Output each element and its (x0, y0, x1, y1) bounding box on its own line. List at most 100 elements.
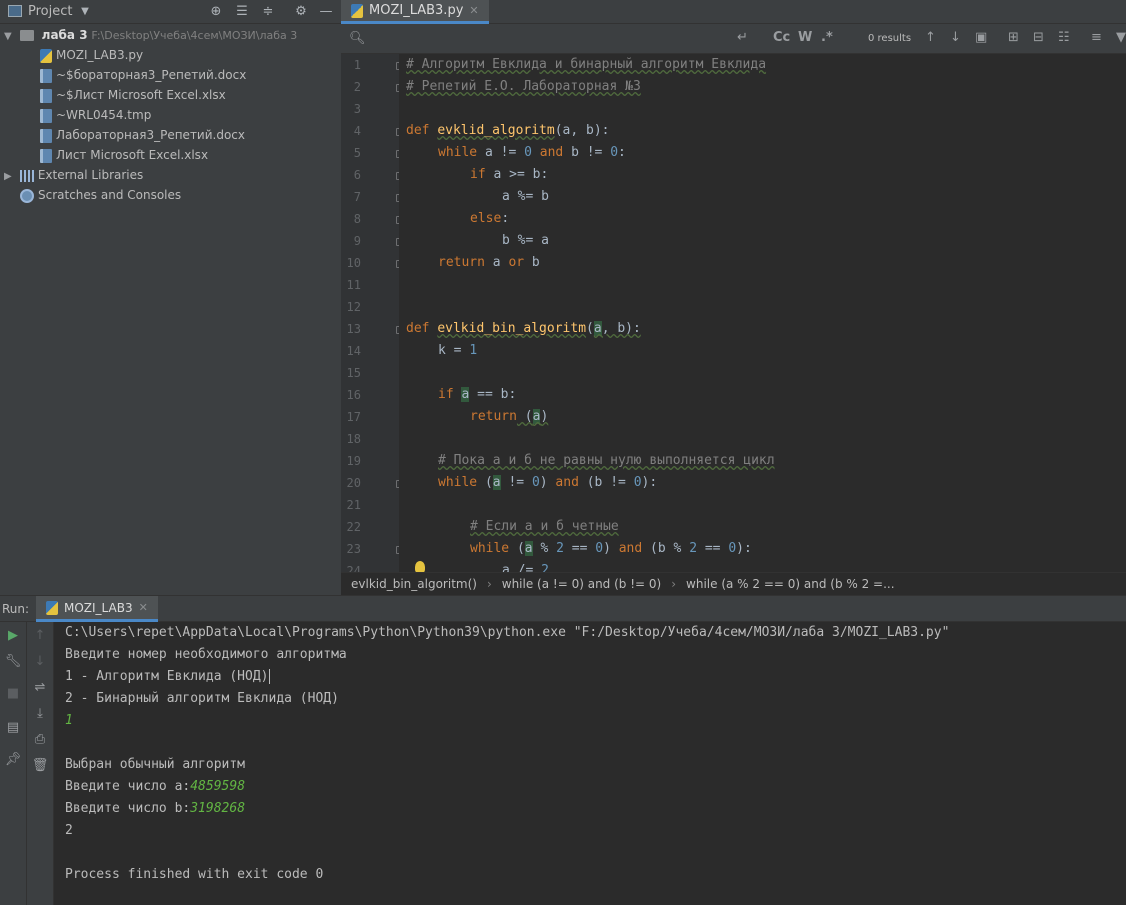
arrow-down-icon[interactable]: ↓ (950, 30, 961, 45)
number: 0 (728, 541, 737, 556)
hide-panel-icon[interactable]: — (317, 3, 335, 21)
keyword: and (555, 475, 579, 490)
match-case-button[interactable]: Cc (773, 30, 790, 45)
breadcrumb: evlkid_bin_algoritm() › while (a != 0) a… (341, 572, 1126, 595)
line-number: 6 (353, 168, 361, 182)
expand-all-icon[interactable]: ☰ (233, 3, 251, 21)
gear-icon[interactable]: ⚙ (292, 3, 310, 21)
select-all-occurrences-icon[interactable]: ▣ (975, 30, 987, 45)
remove-occurrence-icon[interactable]: ⊟ (1033, 30, 1044, 45)
pin-icon[interactable]: 📌︎ (4, 751, 22, 769)
arrow-down-icon[interactable]: ↓ (31, 653, 49, 671)
line-number: 7 (353, 190, 361, 204)
console-user-input: 4859598 (190, 779, 246, 794)
tree-root-folder[interactable]: ▼ лаба 3 F:\Desktop\Учеба\4сем\МОЗИ\лаба… (4, 25, 297, 45)
code-line-20: while (a != 0) and (b != 0): (438, 472, 657, 494)
project-title[interactable]: Project (28, 4, 72, 19)
chevron-down-icon[interactable]: ▼ (76, 3, 94, 21)
code-text: == (563, 541, 596, 556)
code-line-22: # Если а и б четные (470, 516, 619, 538)
add-occurrence-icon[interactable]: ⊞ (1008, 30, 1019, 45)
breadcrumb-item[interactable]: while (a != 0) and (b != 0) (492, 577, 671, 591)
tree-file-item[interactable]: ~$Лист Microsoft Excel.xlsx (40, 85, 226, 105)
document-file-icon (40, 88, 52, 103)
document-file-icon (40, 148, 52, 163)
breadcrumb-item[interactable]: while (a % 2 == 0) and (b % 2 =... (676, 577, 905, 591)
code-text: (a, b): (554, 123, 610, 138)
tree-file-item[interactable]: ~$бораторная3_Репетий.docx (40, 65, 246, 85)
filter-options-icon[interactable]: ≡ (1091, 30, 1102, 45)
collapse-all-icon[interactable]: ≑ (259, 3, 277, 21)
wrench-icon[interactable]: 🔧︎ (4, 653, 22, 671)
project-icon (8, 5, 22, 17)
code-line-16: if a == b: (438, 384, 516, 406)
number: 1 (469, 343, 478, 358)
code-text: == b: (469, 387, 517, 402)
search-icon[interactable]: 🔍︎ (349, 31, 366, 46)
code-text: ): (641, 475, 658, 490)
python-file-icon (351, 3, 363, 18)
editor-tab-label: MOZI_LAB3.py (369, 3, 464, 18)
line-number: 21 (346, 498, 361, 512)
close-icon[interactable]: ✕ (139, 601, 148, 614)
layout-icon[interactable]: ▤ (4, 719, 22, 737)
keyword: return (438, 255, 485, 270)
tree-scratches[interactable]: Scratches and Consoles (20, 185, 181, 205)
tree-external-libraries[interactable]: ▶ External Libraries (4, 165, 143, 185)
filter-icon[interactable]: ▼ (1116, 30, 1126, 45)
breadcrumb-item[interactable]: evlkid_bin_algoritm() (341, 577, 487, 591)
console-line: Process finished with exit code 0 (65, 867, 324, 882)
python-file-icon (40, 48, 52, 63)
number: 2 (689, 541, 698, 556)
scratches-icon (20, 188, 34, 203)
code-editor[interactable]: # Алгоритм Евклида и бинарный алгоритм Е… (399, 54, 1126, 572)
search-bar: 🔍︎ ↵ Cc W .* 0 results ↑ ↓ ▣ ⊞ ⊟ ☷ ≡ ▼ (341, 24, 1126, 54)
line-number: 8 (353, 212, 361, 226)
select-occurrences-icon[interactable]: ☷ (1058, 30, 1070, 45)
arrow-up-icon[interactable]: ↑ (925, 30, 936, 45)
run-panel-header: Run: MOZI_LAB3 ✕ (0, 595, 1126, 622)
soft-wrap-icon[interactable]: ⇌ (31, 679, 49, 697)
chevron-right-icon[interactable]: ▶ (4, 167, 16, 187)
code-text: ) (603, 541, 619, 556)
tree-file-item[interactable]: ~WRL0454.tmp (40, 105, 151, 125)
locate-icon[interactable]: ⊕ (207, 3, 225, 21)
run-label: Run: (2, 602, 30, 616)
code-text: == (697, 541, 729, 556)
regex-button[interactable]: .* (821, 30, 833, 45)
code-text: k = (438, 343, 470, 358)
stop-icon[interactable]: ■ (4, 685, 22, 703)
console-output[interactable]: C:\Users\repet\AppData\Local\Programs\Py… (54, 622, 1126, 905)
line-number: 2 (353, 80, 361, 94)
code-text: b != (563, 145, 611, 160)
function-name: evklid_algoritm (437, 123, 555, 138)
file-name: ~WRL0454.tmp (56, 108, 152, 122)
new-line-icon[interactable]: ↵ (737, 30, 748, 45)
tree-file-item[interactable]: Лист Microsoft Excel.xlsx (40, 145, 208, 165)
chevron-down-icon[interactable]: ▼ (4, 27, 16, 47)
tree-file-item[interactable]: Лабораторная3_Репетий.docx (40, 125, 245, 145)
project-panel-header: Project ▼ ⊕ ☰ ≑ ⚙ — (0, 0, 341, 24)
print-icon[interactable]: ⎙ (31, 731, 49, 749)
trash-icon[interactable]: 🗑︎ (31, 757, 49, 775)
arrow-up-icon[interactable]: ↑ (31, 627, 49, 645)
number: 2 (556, 541, 564, 556)
words-button[interactable]: W (798, 30, 812, 45)
function-name: evlkid_bin_algoritm (437, 321, 587, 336)
editor-tab-mozi-lab3[interactable]: MOZI_LAB3.py ✕ (341, 0, 489, 24)
file-name: ~$бораторная3_Репетий.docx (56, 68, 247, 82)
editor-gutter: 1 2 3 4 5 6 7 8 9 10 11 12 13 14 15 16 1… (341, 54, 404, 578)
line-number: 19 (346, 454, 361, 468)
code-text: b (524, 255, 540, 270)
code-line-1: # Алгоритм Евклида и бинарный алгоритм Е… (406, 54, 766, 76)
keyword: while (438, 475, 478, 490)
tree-file-item[interactable]: MOZI_LAB3.py (40, 45, 143, 65)
document-file-icon (40, 128, 52, 143)
run-icon[interactable]: ▶ (4, 627, 22, 645)
console-line: Введите число a:4859598 (65, 776, 245, 798)
close-icon[interactable]: ✕ (469, 4, 478, 17)
console-line: Введите номер необходимого алгоритма (65, 647, 347, 662)
code-text: a (492, 475, 501, 490)
scroll-to-end-icon[interactable]: ⤓ (31, 705, 49, 723)
run-tab-mozi-lab3[interactable]: MOZI_LAB3 ✕ (36, 596, 158, 622)
